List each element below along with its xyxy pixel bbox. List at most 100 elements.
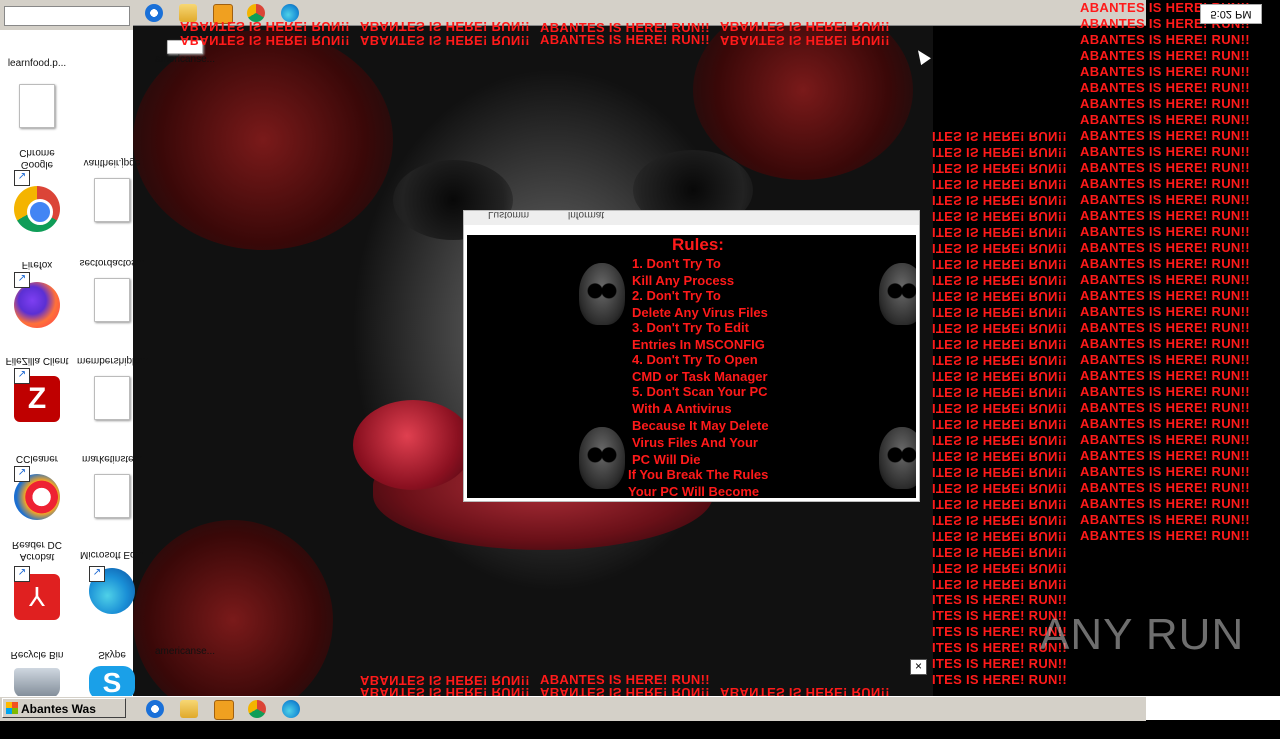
- spam-text: ABANTES IS HERE! RUN!!: [1080, 480, 1250, 495]
- icon-label: Acrobat Reader DC: [11, 539, 63, 562]
- media-player-icon[interactable]: [214, 700, 234, 720]
- spam-text: ITES IS HERE! RUN!!: [932, 513, 1067, 528]
- rules-line: CMD or Task Manager: [632, 369, 768, 384]
- spam-strip-bottom: ABANTES IS HERE! RUN!! ABANTES IS HERE! …: [140, 672, 1070, 700]
- rules-line: Because It May Delete: [632, 418, 769, 433]
- desktop-icon-acrobat[interactable]: Acrobat Reader DC ⅄ ↗: [2, 538, 72, 624]
- document-icon: [19, 84, 55, 128]
- spam-text: ABANTES IS HERE! RUN!!: [180, 33, 350, 48]
- document-icon: [94, 376, 130, 420]
- spam-text: ITES IS HERE! RUN!!: [932, 465, 1067, 480]
- desktop-icon-ccleaner[interactable]: CCleaner ↗: [2, 452, 72, 524]
- spam-text: ABANTES IS HERE! RUN!!: [1080, 464, 1250, 479]
- start-button[interactable]: Abantes Was Here: [2, 698, 126, 736]
- spam-text: ITES IS HERE! RUN!!: [932, 529, 1067, 544]
- spam-text: ITES IS HERE! RUN!!: [932, 417, 1067, 432]
- close-button[interactable]: ×: [910, 659, 927, 675]
- rules-dialog-titlebar[interactable]: Lustomm lnformat: [464, 211, 919, 225]
- shortcut-arrow-icon: ↗: [14, 466, 30, 482]
- document-icon: [94, 474, 130, 518]
- recycle-bin-icon: [14, 668, 60, 698]
- spam-column-middle: ITES IS HERE! RUN!! ITES IS HERE! RUN!! …: [932, 128, 1067, 688]
- icon-label: Recycle Bin: [10, 649, 64, 660]
- rules-dialog[interactable]: Lustomm lnformat Rules: 1. Don't Try To …: [463, 210, 920, 502]
- icon-label: americanse...: [154, 646, 216, 657]
- rules-line: If You Break The Rules: [628, 467, 769, 482]
- chrome-icon[interactable]: [248, 700, 266, 718]
- desktop-icon-learnfood[interactable]: learnfood.p...: [2, 58, 72, 132]
- anyrun-watermark: ANY RUN: [1040, 610, 1245, 659]
- spam-text: ITES IS HERE! RUN!!: [932, 449, 1067, 464]
- spam-text: ITES IS HERE! RUN!!: [932, 577, 1067, 592]
- edge-icon[interactable]: [282, 700, 300, 718]
- shortcut-arrow-icon: ↗: [89, 566, 105, 582]
- skull-icon: [879, 427, 916, 489]
- spam-text: ABANTES IS HERE! RUN!!: [1080, 208, 1250, 223]
- spam-text: ABANTES IS HERE! RUN!!: [1080, 80, 1250, 95]
- spam-text: ITES IS HERE! RUN!!: [932, 241, 1067, 256]
- firefox-icon: [14, 282, 60, 328]
- rules-line: Kill Any Process: [632, 273, 735, 288]
- taskbar-clock[interactable]: 5:02 PM: [1200, 4, 1262, 24]
- spam-text: ABANTES IS HERE! RUN!!: [1080, 368, 1250, 383]
- spam-text: ABANTES IS HERE! RUN!!: [1080, 192, 1250, 207]
- spam-text: ITES IS HERE! RUN!!: [932, 289, 1067, 304]
- desktop-icon-varitheir[interactable]: varitheir.jpge: [77, 156, 147, 226]
- spam-text: ITES IS HERE! RUN!!: [932, 592, 1067, 607]
- spam-text: ABANTES IS HERE! RUN!!: [1080, 272, 1250, 287]
- spam-text: ABANTES IS HERE! RUN!!: [1080, 176, 1250, 191]
- skype-icon: S: [89, 666, 135, 700]
- taskbar-tray-area: [1146, 696, 1280, 720]
- spam-strip-top: ABANTES IS HERE! RUN!! ABANTES IS HERE! …: [180, 18, 940, 48]
- icon-label: americanse...: [154, 54, 216, 65]
- desktop-icon-membership[interactable]: membershiplp...: [77, 354, 148, 424]
- folder-icon[interactable]: [180, 700, 198, 718]
- spam-text: ABANTES IS HERE! RUN!!: [1080, 416, 1250, 431]
- internet-explorer-icon[interactable]: [146, 700, 164, 718]
- spam-text: ITES IS HERE! RUN!!: [932, 545, 1067, 560]
- spam-text: ABANTES IS HERE! RUN!!: [1080, 448, 1250, 463]
- spam-text: ABANTES IS HERE! RUN!!: [360, 33, 530, 48]
- shortcut-arrow-icon: ↗: [14, 368, 30, 384]
- rules-line: 2. Don't Try To: [632, 288, 721, 303]
- spam-text: ITES IS HERE! RUN!!: [932, 561, 1067, 576]
- spam-text: ABANTES IS HERE! RUN!!: [720, 33, 890, 48]
- spam-text: ITES IS HERE! RUN!!: [932, 273, 1067, 288]
- spam-text: ABANTES IS HERE! RUN!!: [1080, 112, 1250, 127]
- desktop-icon-edge[interactable]: Microsoft Ed... ↗: [77, 548, 147, 618]
- spam-text: ABANTES IS HERE! RUN!!: [1080, 384, 1250, 399]
- titlebar-label: Lustomm: [488, 211, 530, 220]
- skull-icon: [579, 263, 625, 325]
- rules-line: 4. Don't Try To Open: [632, 352, 758, 367]
- desktop-icon-firefox[interactable]: Firefox ↗: [2, 258, 72, 332]
- internet-explorer-icon[interactable]: [145, 4, 163, 22]
- start-button-label: Abantes Was Here: [21, 702, 96, 736]
- spam-text: ITES IS HERE! RUN!!: [932, 433, 1067, 448]
- spam-text: ABANTES IS HERE! RUN!!: [1080, 96, 1250, 111]
- desktop-icon-chrome[interactable]: Google Chrome ↗: [2, 146, 72, 236]
- rules-line: 3. Don't Try To Edit: [632, 320, 749, 335]
- rules-line: 1. Don't Try To: [632, 256, 721, 271]
- spam-text: ABANTES IS HERE! RUN!!: [1080, 48, 1250, 63]
- rules-line: Delete Any Virus Files: [632, 305, 768, 320]
- spam-text: ABANTES IS HERE! RUN!!: [1080, 528, 1250, 543]
- spam-text: ITES IS HERE! RUN!!: [932, 385, 1067, 400]
- desktop-icon-filezilla[interactable]: FileZilla Client Z ↗: [2, 354, 72, 426]
- desktop-icon-americanse-bottom[interactable]: americanse...: [150, 646, 220, 658]
- wallpaper-nose: [353, 400, 473, 490]
- chrome-icon: [14, 186, 60, 232]
- desktop-icon-recycle-bin[interactable]: Recycle Bin: [2, 648, 72, 702]
- desktop-icon-marketinste[interactable]: marketinste...: [77, 452, 147, 522]
- desktop-icon-sectordactos[interactable]: sectordactos...: [77, 256, 147, 326]
- spam-text: ITES IS HERE! RUN!!: [932, 129, 1067, 144]
- spam-text: ABANTES IS HERE! RUN!!: [1080, 64, 1250, 79]
- document-icon: [94, 278, 130, 322]
- spam-text: ABANTES IS HERE! RUN!!: [1080, 512, 1250, 527]
- spam-text: ITES IS HERE! RUN!!: [932, 401, 1067, 416]
- spam-text: ITES IS HERE! RUN!!: [932, 193, 1067, 208]
- spam-text: ABANTES IS HERE! RUN!!: [1080, 304, 1250, 319]
- icon-label: CCleaner: [15, 453, 59, 464]
- rules-line: Virus Files And Your: [632, 435, 758, 450]
- windows-logo-icon: [6, 702, 18, 714]
- spam-text: ITES IS HERE! RUN!!: [932, 497, 1067, 512]
